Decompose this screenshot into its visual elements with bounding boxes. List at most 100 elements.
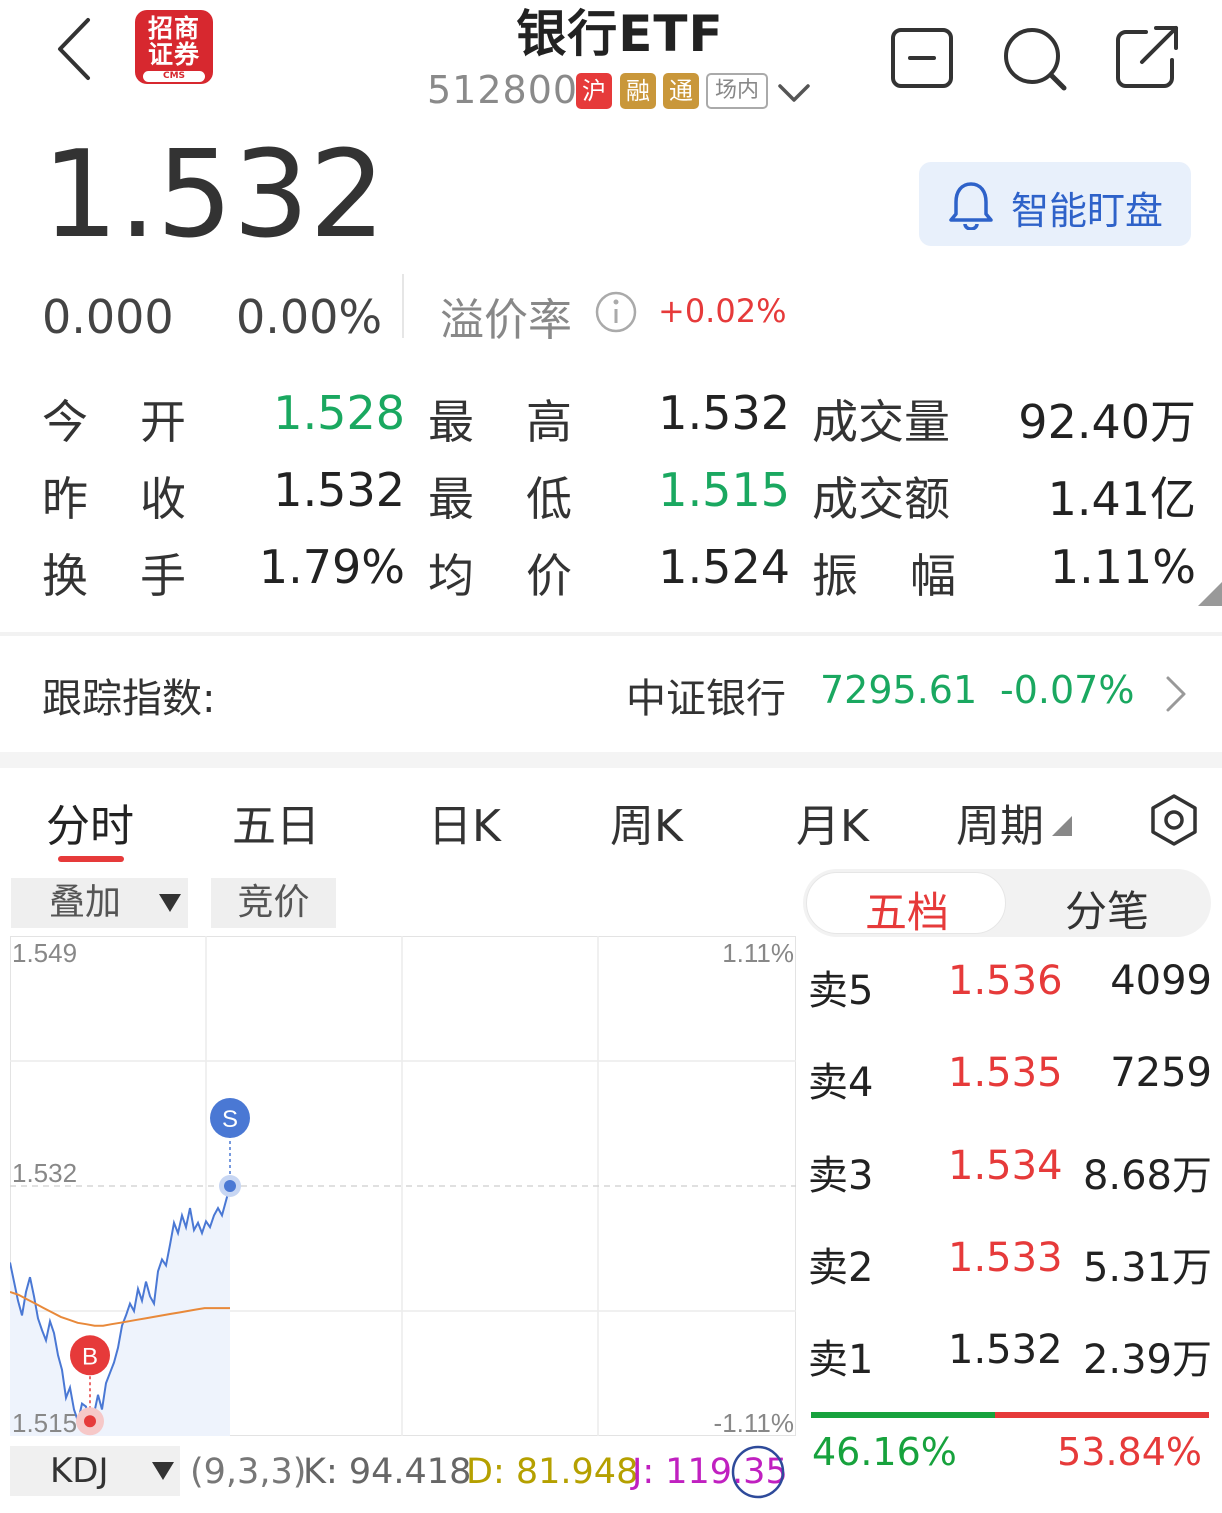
stat-label: 低	[526, 472, 572, 526]
stat-label: 最	[428, 395, 474, 449]
ask-price: 1.535	[948, 1050, 1063, 1096]
chevron-left-icon[interactable]	[50, 14, 100, 84]
stat-label: 幅	[910, 549, 956, 603]
indicator-name: KDJ	[50, 1451, 109, 1491]
tab-tick-trades[interactable]: 分笔	[1065, 878, 1149, 939]
stat-label: 高	[526, 395, 572, 449]
ask-volume: 8.68万	[1082, 1153, 1212, 1199]
tag-on-exchange: 场内	[706, 73, 768, 109]
indicator-dropdown[interactable]: KDJ	[10, 1446, 180, 1496]
chevron-right-icon	[1166, 676, 1186, 712]
dropdown-triangle-icon	[1052, 816, 1072, 836]
ask-row-1: 卖1 1.532 2.39万	[808, 1327, 1212, 1387]
stat-label: 价	[526, 549, 572, 603]
ask-row-2: 卖2 1.533 5.31万	[808, 1235, 1212, 1295]
index-name: 中证银行	[626, 676, 786, 722]
tab-five-levels-label: 五档	[865, 888, 950, 937]
ask-label: 卖5	[808, 968, 874, 1014]
sell-ratio-pct: 53.84%	[1057, 1430, 1202, 1474]
y-label-top: 1.549	[12, 938, 77, 968]
stats-row-2: 昨 收 1.532 最 低 1.515 成交额 1.41亿	[0, 463, 1222, 533]
tab-monthly-k[interactable]: 月K	[796, 790, 869, 854]
chart-tabs: 分时 五日 日K 周K 月K 周期	[0, 790, 1222, 860]
stat-label: 成交额	[812, 472, 950, 526]
kdj-params: (9,3,3)	[190, 1452, 307, 1492]
intraday-chart[interactable]: B S 1.549 1.532 1.515 1.11% -1.11%	[10, 936, 796, 1436]
sell-ratio-bar	[995, 1412, 1209, 1418]
tracking-label: 跟踪指数:	[42, 676, 216, 722]
index-value: 7295.61	[820, 668, 978, 712]
stat-prev-close: 1.532	[273, 463, 405, 517]
tracking-index-row[interactable]: 跟踪指数: 中证银行 7295.61 -0.07%	[0, 636, 1222, 752]
buy-point	[84, 1415, 96, 1428]
ask-label: 卖4	[808, 1060, 874, 1106]
tab-five-day[interactable]: 五日	[232, 790, 320, 854]
tag-margin: 融	[620, 73, 656, 109]
smart-watch-button[interactable]: 智能盯盘	[919, 162, 1191, 246]
ask-volume: 7259	[1110, 1050, 1212, 1096]
divider	[402, 274, 404, 338]
stat-label: 均	[428, 549, 474, 603]
bell-icon	[949, 182, 993, 230]
ask-price: 1.534	[948, 1143, 1063, 1189]
header: 招商 证券 CMS 银行ETF 512800 沪 融 通 场内	[0, 0, 1222, 130]
price-change: 0.000	[42, 290, 174, 344]
ask-volume: 4099	[1110, 958, 1212, 1004]
caret-down-icon	[159, 894, 181, 912]
tab-intraday[interactable]: 分时	[46, 790, 134, 854]
stat-volume: 92.40万	[1018, 395, 1196, 449]
smart-watch-label: 智能盯盘	[1011, 189, 1164, 233]
y-label-bottom: 1.515	[12, 1408, 77, 1436]
tab-daily-k[interactable]: 日K	[428, 790, 501, 854]
caret-down-icon	[152, 1462, 174, 1480]
stat-label: 最	[428, 472, 474, 526]
ask-volume: 2.39万	[1082, 1337, 1212, 1383]
stat-turnover: 1.41亿	[1047, 472, 1196, 526]
minus-square-icon[interactable]	[888, 22, 958, 92]
premium-value: +0.02%	[658, 292, 787, 330]
buy-ratio-bar	[811, 1412, 995, 1418]
logo-line-3: CMS	[143, 71, 205, 82]
tag-connect: 通	[663, 73, 699, 109]
ask-label: 卖2	[808, 1245, 874, 1291]
buy-marker-label: B	[82, 1343, 98, 1370]
expand-corner-icon[interactable]	[1198, 582, 1222, 606]
ask-row-3: 卖3 1.534 8.68万	[808, 1143, 1212, 1203]
indicator-toggle-icon[interactable]	[730, 1444, 786, 1500]
auction-button[interactable]: 竞价	[211, 878, 336, 928]
chevron-down-icon[interactable]	[776, 78, 812, 106]
ask-row-4: 卖4 1.535 7259	[808, 1050, 1212, 1110]
stat-low: 1.515	[658, 463, 790, 517]
share-icon[interactable]	[1112, 22, 1182, 92]
ask-price: 1.533	[948, 1235, 1063, 1281]
orderbook-tabs: 五档 分笔	[803, 869, 1211, 937]
kdj-d: D: 81.948	[466, 1452, 639, 1492]
tab-weekly-k[interactable]: 周K	[610, 790, 683, 854]
security-code: 512800	[427, 68, 579, 112]
active-tab-indicator	[58, 856, 124, 862]
stat-amplitude: 1.11%	[1049, 540, 1196, 594]
stat-label: 换	[42, 549, 88, 603]
y-label-right-bottom: -1.11%	[714, 1408, 794, 1436]
stat-turnover-rate: 1.79%	[258, 540, 405, 594]
overlay-label: 叠加	[49, 882, 122, 923]
search-icon[interactable]	[1000, 22, 1070, 92]
info-icon[interactable]	[594, 290, 638, 334]
index-change: -0.07%	[1000, 668, 1135, 712]
stat-label: 昨	[42, 472, 88, 526]
overlay-dropdown[interactable]: 叠加	[11, 878, 188, 928]
tab-five-levels[interactable]: 五档	[806, 872, 1006, 937]
ask-volume: 5.31万	[1082, 1245, 1212, 1291]
stat-label: 成交量	[812, 395, 950, 449]
tab-period[interactable]: 周期	[956, 790, 1044, 854]
logo-line-1: 招商	[147, 14, 200, 43]
stat-high: 1.532	[658, 386, 790, 440]
security-title: 银行ETF	[516, 5, 724, 63]
broker-logo: 招商 证券 CMS	[135, 10, 213, 84]
ask-label: 卖1	[808, 1337, 874, 1383]
settings-hexagon-icon[interactable]	[1146, 792, 1202, 848]
stats-row-1: 今 开 1.528 最 高 1.532 成交量 92.40万	[0, 386, 1222, 456]
stat-open: 1.528	[273, 386, 405, 440]
premium-label: 溢价率	[440, 295, 572, 346]
price-change-pct: 0.00%	[236, 290, 383, 344]
